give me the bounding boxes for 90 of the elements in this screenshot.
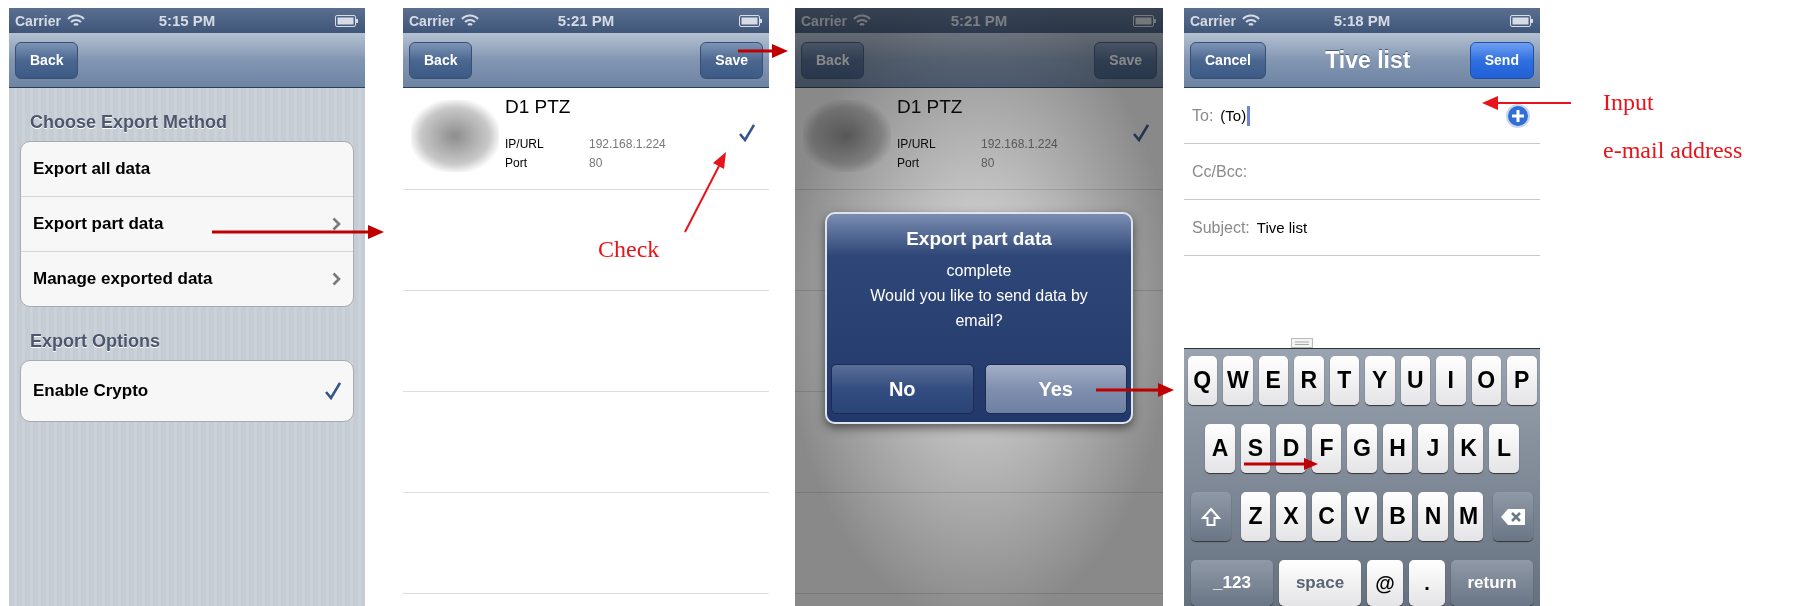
table-row[interactable]: Export all data <box>21 142 353 196</box>
letter-key[interactable]: R <box>1294 356 1324 405</box>
letter-key[interactable]: G <box>1347 424 1377 473</box>
wifi-icon <box>460 14 479 27</box>
annotation-label: e-mail address <box>1603 137 1743 164</box>
carrier-label: Carrier <box>409 12 455 29</box>
field-label: IP/URL <box>505 136 545 153</box>
letter-key[interactable]: X <box>1276 492 1306 541</box>
keyboard-key[interactable]: _123 <box>1191 560 1273 606</box>
field-value: 192.168.1.224 <box>981 136 1058 153</box>
grip-icon <box>1291 338 1313 348</box>
alert-message: complete Would you like to send data by email? <box>869 261 1089 331</box>
annotation-label: Check <box>598 236 660 263</box>
letter-key[interactable]: V <box>1347 492 1377 541</box>
letter-key[interactable]: Y <box>1365 356 1395 405</box>
navigation-title: Tive list <box>1325 46 1411 74</box>
save-button[interactable]: Save <box>700 41 763 79</box>
device-name: D1 PTZ <box>897 96 964 118</box>
back-button[interactable]: Back <box>409 41 473 79</box>
field-value: 192.168.1.224 <box>589 136 666 153</box>
section-header: Choose Export Method <box>30 112 228 133</box>
letter-key[interactable]: T <box>1329 356 1359 405</box>
keyboard-key[interactable]: space <box>1279 560 1361 606</box>
shift-key[interactable] <box>1190 492 1231 541</box>
letter-key[interactable]: P <box>1507 356 1537 405</box>
field-label: IP/URL <box>897 136 937 153</box>
letter-key[interactable]: A <box>1205 424 1235 473</box>
table-row[interactable]: Export part data <box>21 196 353 251</box>
letter-key[interactable]: W <box>1223 356 1253 405</box>
wifi-icon <box>852 14 871 27</box>
battery-icon <box>1133 14 1157 27</box>
letter-key[interactable]: D <box>1276 424 1306 473</box>
letter-key[interactable]: H <box>1382 424 1413 473</box>
table-row[interactable]: Enable Crypto <box>21 361 353 421</box>
delete-key[interactable] <box>1493 492 1534 541</box>
letter-key[interactable]: S <box>1240 424 1271 473</box>
send-button[interactable]: Send <box>1469 41 1534 79</box>
carrier-label: Carrier <box>15 12 61 29</box>
letter-key[interactable]: B <box>1382 492 1413 541</box>
keyboard-key[interactable]: . <box>1409 560 1445 606</box>
field-label: Port <box>897 155 920 172</box>
battery-icon <box>739 14 763 27</box>
status-time: 5:15 PM <box>158 12 216 29</box>
row-label: Export part data <box>33 214 165 234</box>
battery-icon <box>335 14 359 27</box>
row-label: Manage exported data <box>33 269 214 289</box>
alert-title: Export part data <box>906 228 1052 250</box>
battery-icon <box>1510 14 1534 27</box>
alert-button[interactable]: No <box>831 364 974 414</box>
letter-key[interactable]: J <box>1418 424 1448 473</box>
wifi-icon <box>66 14 85 27</box>
field-value: 80 <box>589 155 603 172</box>
letter-key[interactable]: Z <box>1240 492 1271 541</box>
status-time: 5:18 PM <box>1333 12 1391 29</box>
status-time: 5:21 PM <box>557 12 615 29</box>
letter-key[interactable]: E <box>1258 356 1288 405</box>
annotation-label: Input <box>1603 89 1654 116</box>
status-time: 5:21 PM <box>950 12 1008 29</box>
field-label: To: <box>1192 106 1214 125</box>
letter-key[interactable]: M <box>1453 492 1484 541</box>
row-label: Export all data <box>33 159 152 179</box>
letter-key[interactable]: F <box>1311 424 1342 473</box>
device-name: D1 PTZ <box>505 96 572 118</box>
row-label: Enable Crypto <box>33 381 150 401</box>
carrier-label: Carrier <box>801 12 847 29</box>
letter-key[interactable]: C <box>1311 492 1342 541</box>
table-row[interactable]: Manage exported data <box>21 251 353 306</box>
field-label: Port <box>505 155 528 172</box>
keyboard-key[interactable]: @ <box>1367 560 1403 606</box>
field-label: Subject: <box>1192 218 1250 237</box>
back-button[interactable]: Back <box>15 41 79 79</box>
field-value: 80 <box>981 155 995 172</box>
letter-key[interactable]: L <box>1489 424 1519 473</box>
letter-key[interactable]: I <box>1436 356 1466 405</box>
letter-key[interactable]: O <box>1471 356 1501 405</box>
shift-icon <box>1200 506 1221 527</box>
section-header: Export Options <box>30 331 161 352</box>
carrier-label: Carrier <box>1190 12 1236 29</box>
cancel-button[interactable]: Cancel <box>1190 41 1266 79</box>
delete-icon <box>1500 507 1527 526</box>
field-value[interactable]: (To) <box>1220 107 1247 124</box>
letter-key[interactable]: U <box>1400 356 1430 405</box>
keyboard-key[interactable]: return <box>1451 560 1533 606</box>
wifi-icon <box>1241 14 1260 27</box>
letter-key[interactable]: K <box>1453 424 1484 473</box>
letter-key[interactable]: N <box>1418 492 1448 541</box>
add-icon[interactable] <box>1506 104 1530 128</box>
field-value[interactable]: Tive list <box>1256 219 1308 236</box>
letter-key[interactable]: Q <box>1187 356 1217 405</box>
field-label: Cc/Bcc: <box>1192 162 1248 181</box>
